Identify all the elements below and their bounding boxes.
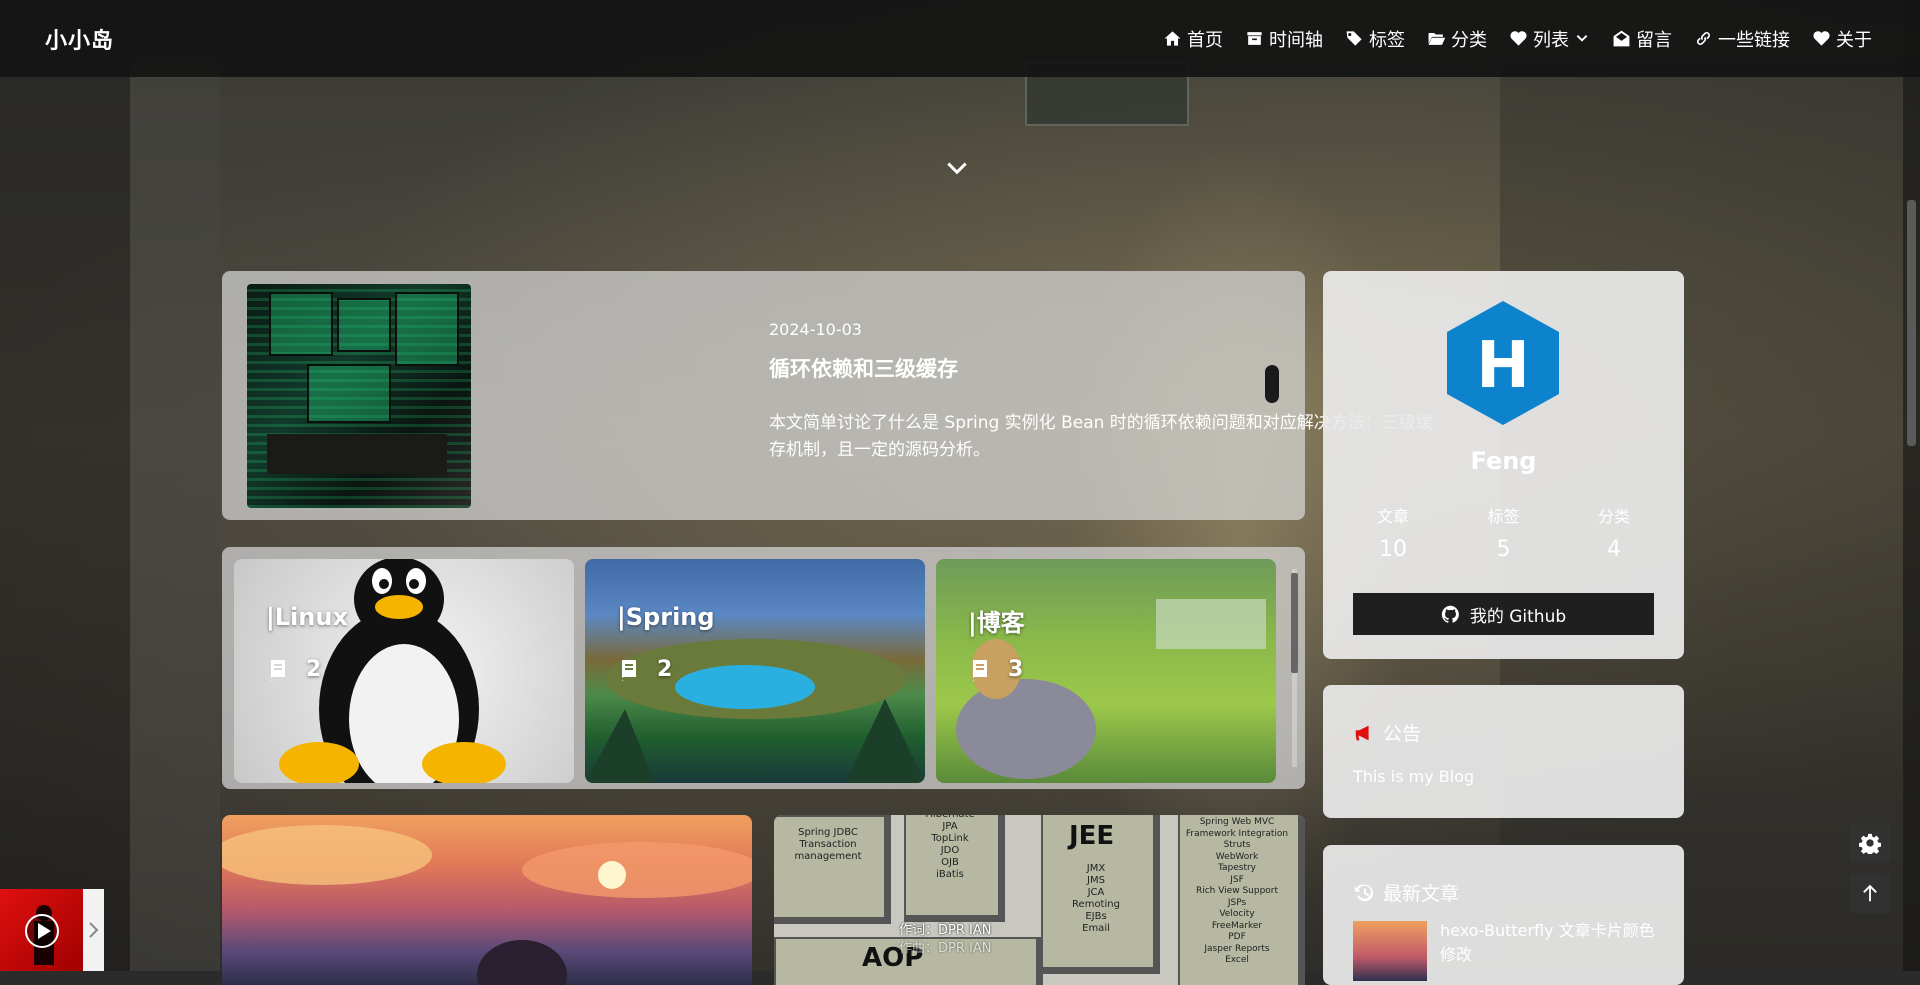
post-thumbnail[interactable]: [247, 284, 471, 508]
top-navbar: 小小岛 首页 时间轴 标签 分类 列表 留言 一些链接 关于: [0, 0, 1920, 77]
nav-item-timeline[interactable]: 时间轴: [1245, 26, 1323, 52]
stat-articles[interactable]: 文章 10: [1343, 503, 1443, 562]
heart-icon: [1813, 31, 1830, 46]
folder-open-icon: [1428, 32, 1446, 45]
book-icon: [973, 659, 987, 681]
category-card-spring[interactable]: |Spring 2: [585, 559, 925, 783]
notice-text: This is my Blog: [1353, 767, 1475, 786]
category-count: 2: [266, 657, 321, 682]
hexo-avatar[interactable]: H: [1447, 301, 1559, 425]
settings-button[interactable]: [1850, 823, 1890, 863]
site-brand[interactable]: 小小岛: [45, 23, 114, 55]
sunset-image: [222, 825, 752, 985]
github-icon: [1441, 605, 1459, 623]
stat-tags[interactable]: 标签 5: [1454, 503, 1554, 562]
player-toggle[interactable]: [83, 889, 104, 971]
post-title[interactable]: 循环依赖和三级缓存: [769, 353, 958, 383]
nav-item-tags[interactable]: 标签: [1345, 26, 1405, 52]
nav-item-guestbook[interactable]: 留言: [1612, 26, 1672, 52]
scroll-down-icon[interactable]: [944, 156, 970, 182]
stat-categories[interactable]: 分类 4: [1564, 503, 1664, 562]
featured-post-card[interactable]: 2024-10-03 循环依赖和三级缓存 本文简单讨论了什么是 Spring 实…: [222, 271, 1433, 520]
category-name: |博客: [968, 609, 1025, 637]
category-count: 3: [968, 657, 1023, 682]
back-to-top-button[interactable]: [1850, 873, 1890, 913]
post-card-spring-jee[interactable]: Spring JDBC Transaction management Hiber…: [774, 815, 1305, 985]
play-icon[interactable]: [24, 913, 60, 949]
lyric-credit: 作词：DPR IAN: [899, 923, 992, 938]
bullhorn-icon: [1355, 725, 1369, 740]
post-card-sunset[interactable]: [222, 815, 752, 985]
svg-text:H: H: [1476, 329, 1530, 403]
book-icon: [622, 659, 636, 681]
notice-title: 公告: [1353, 719, 1421, 746]
category-name: |Linux: [266, 603, 348, 631]
heartbeat-icon: [1510, 31, 1527, 46]
category-strip: |Linux 2 |Spring 2 |博客 3: [222, 547, 1305, 789]
link-icon: [1696, 31, 1711, 46]
nav-item-about[interactable]: 关于: [1812, 26, 1872, 52]
recent-post-thumbnail[interactable]: [1353, 921, 1427, 981]
github-button[interactable]: 我的 Github: [1353, 593, 1654, 635]
envelope-open-icon: [1613, 30, 1630, 47]
chevron-right-icon: [88, 922, 98, 938]
category-name: |Spring: [617, 603, 715, 631]
post-date: 2024-10-03: [769, 320, 862, 339]
arrow-up-icon: [1863, 884, 1877, 902]
carousel-scroll-indicator[interactable]: [1265, 365, 1279, 403]
nav-item-categories[interactable]: 分类: [1427, 26, 1487, 52]
category-scrollbar[interactable]: [1289, 555, 1299, 781]
recent-post-link[interactable]: hexo-Butterfly 文章卡片颜色修改: [1440, 919, 1660, 967]
recent-posts-title: 最新文章: [1353, 879, 1459, 906]
author-profile-card: H Feng 文章 10 标签 5 分类 4 我的 Github: [1323, 271, 1684, 659]
category-card-blog[interactable]: |博客 3: [936, 559, 1276, 783]
nav-menu: 首页 时间轴 标签 分类 列表 留言 一些链接 关于: [1163, 26, 1872, 52]
gear-icon: [1859, 833, 1881, 854]
recent-posts-card: 最新文章 hexo-Butterfly 文章卡片颜色修改: [1323, 845, 1684, 985]
category-card-linux[interactable]: |Linux 2: [234, 559, 574, 783]
page-scrollbar[interactable]: [1903, 0, 1920, 971]
nav-item-links[interactable]: 一些链接: [1694, 26, 1790, 52]
tags-icon: [1346, 31, 1362, 46]
home-icon: [1164, 31, 1181, 46]
music-credit: 作曲：DPR IAN: [899, 941, 992, 956]
category-count: 2: [617, 657, 672, 682]
book-icon: [271, 659, 285, 681]
author-name: Feng: [1470, 447, 1537, 475]
nav-item-home[interactable]: 首页: [1163, 26, 1223, 52]
notice-card: 公告 This is my Blog: [1323, 685, 1684, 818]
music-player: [0, 889, 104, 971]
chevron-down-icon: [1576, 34, 1588, 42]
site-stats: 文章 10 标签 5 分类 4: [1343, 503, 1664, 562]
archive-icon: [1247, 32, 1262, 45]
jee-label: JEE: [1069, 821, 1115, 851]
history-icon: [1354, 884, 1374, 901]
nav-item-list-dropdown[interactable]: 列表: [1509, 26, 1590, 52]
